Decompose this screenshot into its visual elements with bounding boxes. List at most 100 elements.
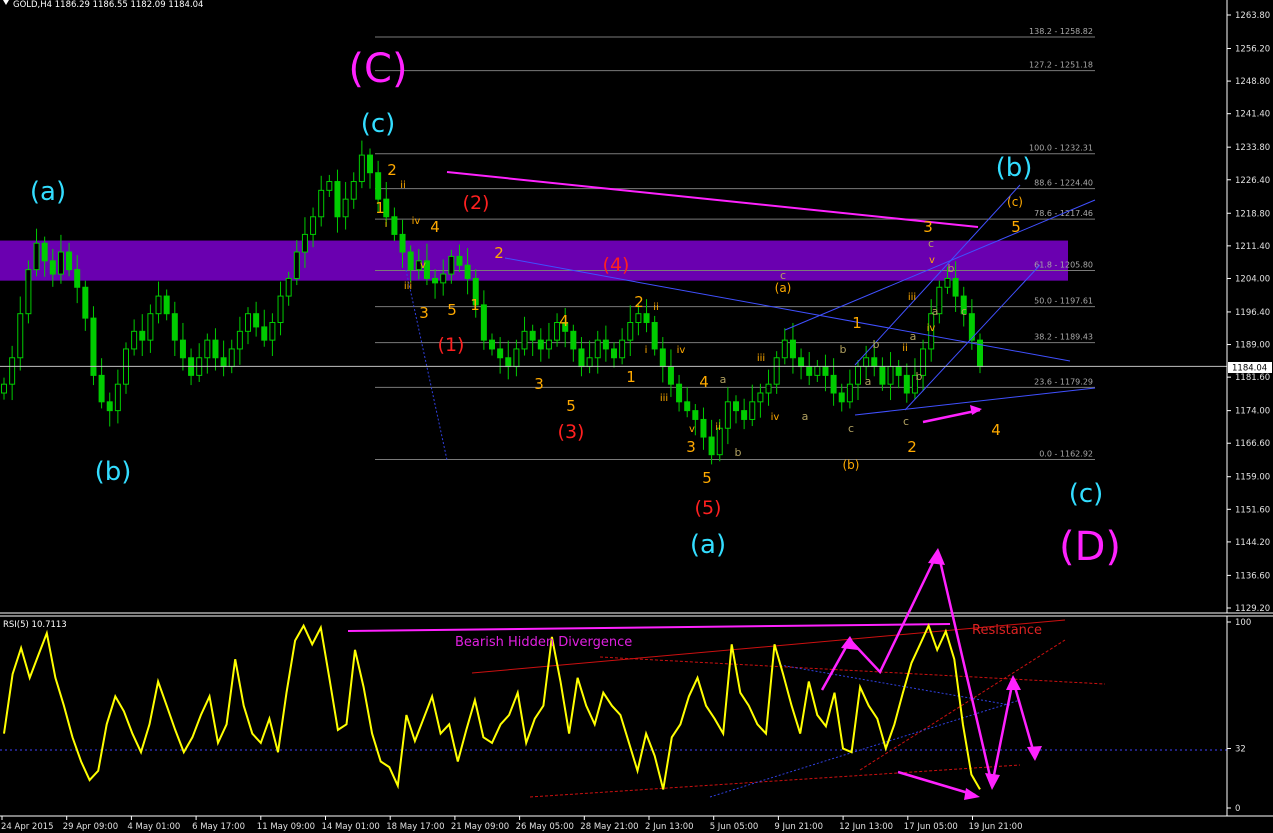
candle	[139, 330, 146, 341]
price-tick-label: 1136.60	[1235, 571, 1270, 581]
candle	[806, 366, 813, 376]
candle	[570, 330, 577, 350]
candle	[497, 348, 504, 359]
fib-label: 88.6 - 1224.40	[1034, 179, 1093, 188]
candle	[33, 242, 40, 271]
wave-label: iv	[771, 412, 780, 423]
candle	[773, 357, 780, 385]
wave-label: c	[961, 305, 967, 318]
wave-label: a	[802, 410, 809, 423]
candle	[269, 322, 276, 341]
price-tick-label: 1248.80	[1235, 77, 1270, 87]
wave-label: iv	[412, 216, 421, 227]
candle	[301, 233, 308, 253]
time-tick-label: 26 May 05:00	[516, 822, 574, 832]
candle	[814, 366, 821, 376]
candle	[147, 313, 154, 341]
candle	[228, 348, 235, 368]
wave-label: 5	[447, 301, 457, 319]
candle	[594, 339, 601, 359]
candle	[440, 273, 447, 284]
wave-label: (4)	[603, 254, 630, 276]
candle	[1, 383, 7, 394]
time-tick-label: 18 May 17:00	[386, 822, 444, 832]
candle	[399, 233, 406, 253]
price-tick-label: 1181.60	[1235, 373, 1270, 383]
candle	[114, 383, 121, 412]
wave-label: ii	[653, 302, 659, 313]
wave-label: (a)	[30, 177, 66, 207]
time-tick-label: 17 Jun 05:00	[904, 822, 958, 832]
wave-label: 3	[686, 438, 696, 456]
wave-label: (c)	[1007, 195, 1023, 209]
candle	[537, 339, 544, 350]
candle	[513, 348, 520, 368]
candle	[342, 198, 349, 218]
chart-canvas[interactable]: 138.2 - 1258.82 127.2 - 1251.18 100.0 - 12…	[0, 0, 1273, 833]
candle	[659, 348, 666, 368]
time-tick-label: 12 Jun 13:00	[839, 822, 893, 832]
chart-background	[0, 0, 1273, 833]
bearish-hidden-divergence-label: Bearish Hidden Divergence	[455, 635, 632, 650]
price-tick-label: 1211.40	[1235, 242, 1270, 252]
price-tick-label: 1233.80	[1235, 143, 1270, 153]
candle	[253, 313, 260, 328]
wave-label: a	[720, 373, 727, 386]
candle	[82, 286, 89, 319]
candle	[619, 339, 626, 359]
price-tick-label: 1204.00	[1235, 274, 1270, 284]
candle	[952, 277, 959, 297]
wave-label: i	[385, 219, 388, 230]
price-tick-label: 1241.40	[1235, 110, 1270, 120]
wave-label: (b)	[843, 458, 860, 472]
candle	[830, 374, 837, 394]
wave-label: iv	[677, 345, 686, 356]
time-tick-label: 4 May 01:00	[127, 822, 180, 832]
candle	[407, 251, 414, 271]
candle	[757, 392, 764, 403]
candle	[17, 313, 24, 359]
candle	[350, 181, 357, 200]
candle	[692, 410, 699, 420]
candle	[611, 348, 617, 359]
time-tick-label: 28 May 21:00	[580, 822, 638, 832]
resistance-zone	[0, 240, 1068, 281]
candle	[529, 330, 536, 341]
candle	[741, 410, 748, 420]
candle	[602, 339, 609, 350]
wave-label: v	[689, 424, 695, 435]
wave-label: i	[645, 345, 648, 356]
candle	[521, 330, 528, 350]
candle	[245, 313, 251, 332]
wave-label: a	[865, 375, 872, 388]
wave-label: ii	[400, 180, 406, 191]
wave-label: b	[916, 370, 923, 383]
wave-label: a	[932, 305, 939, 318]
wave-label: v	[929, 255, 935, 266]
candle	[789, 339, 796, 359]
candle	[220, 357, 227, 368]
candle	[846, 383, 853, 403]
candle	[838, 392, 845, 403]
candle	[179, 339, 186, 359]
time-tick-label: 24 Apr 2015	[1, 822, 54, 832]
candle	[310, 216, 317, 235]
candle	[448, 255, 455, 275]
candle	[708, 436, 715, 456]
wave-label: b	[948, 262, 955, 275]
wave-label: 2	[907, 438, 917, 456]
wave-label: 1	[626, 368, 636, 386]
candle	[212, 339, 219, 359]
price-tick-label: 1226.40	[1235, 176, 1270, 186]
candle	[49, 260, 56, 275]
candle	[586, 357, 593, 368]
price-tick-label: 1159.00	[1235, 473, 1270, 483]
candle	[456, 255, 463, 266]
wave-label: iv	[927, 323, 936, 334]
price-tick-label: 1196.40	[1235, 308, 1270, 318]
time-tick-label: 29 Apr 09:00	[63, 822, 118, 832]
price-tick-label: 1166.60	[1235, 439, 1270, 449]
wave-label: 5	[566, 397, 576, 415]
candle	[131, 330, 138, 350]
candle	[724, 401, 731, 429]
